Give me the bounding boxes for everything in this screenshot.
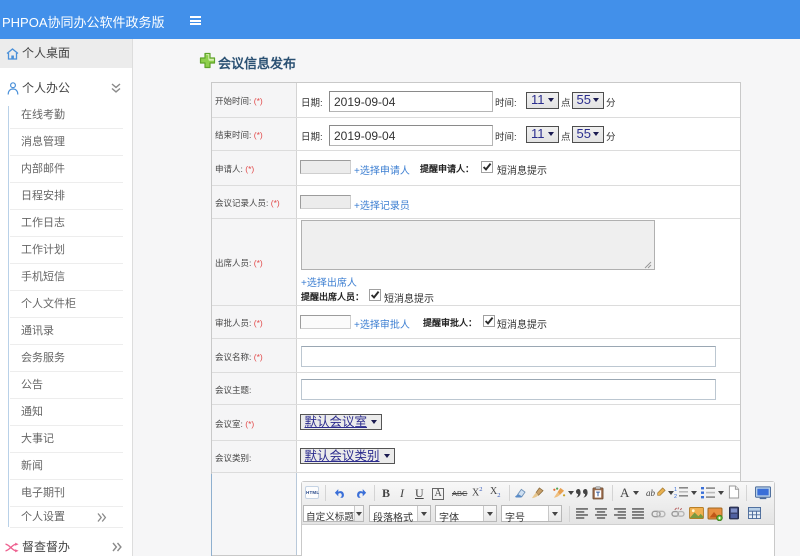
svg-text:2: 2 (674, 494, 677, 499)
svg-text:1: 1 (674, 487, 677, 493)
